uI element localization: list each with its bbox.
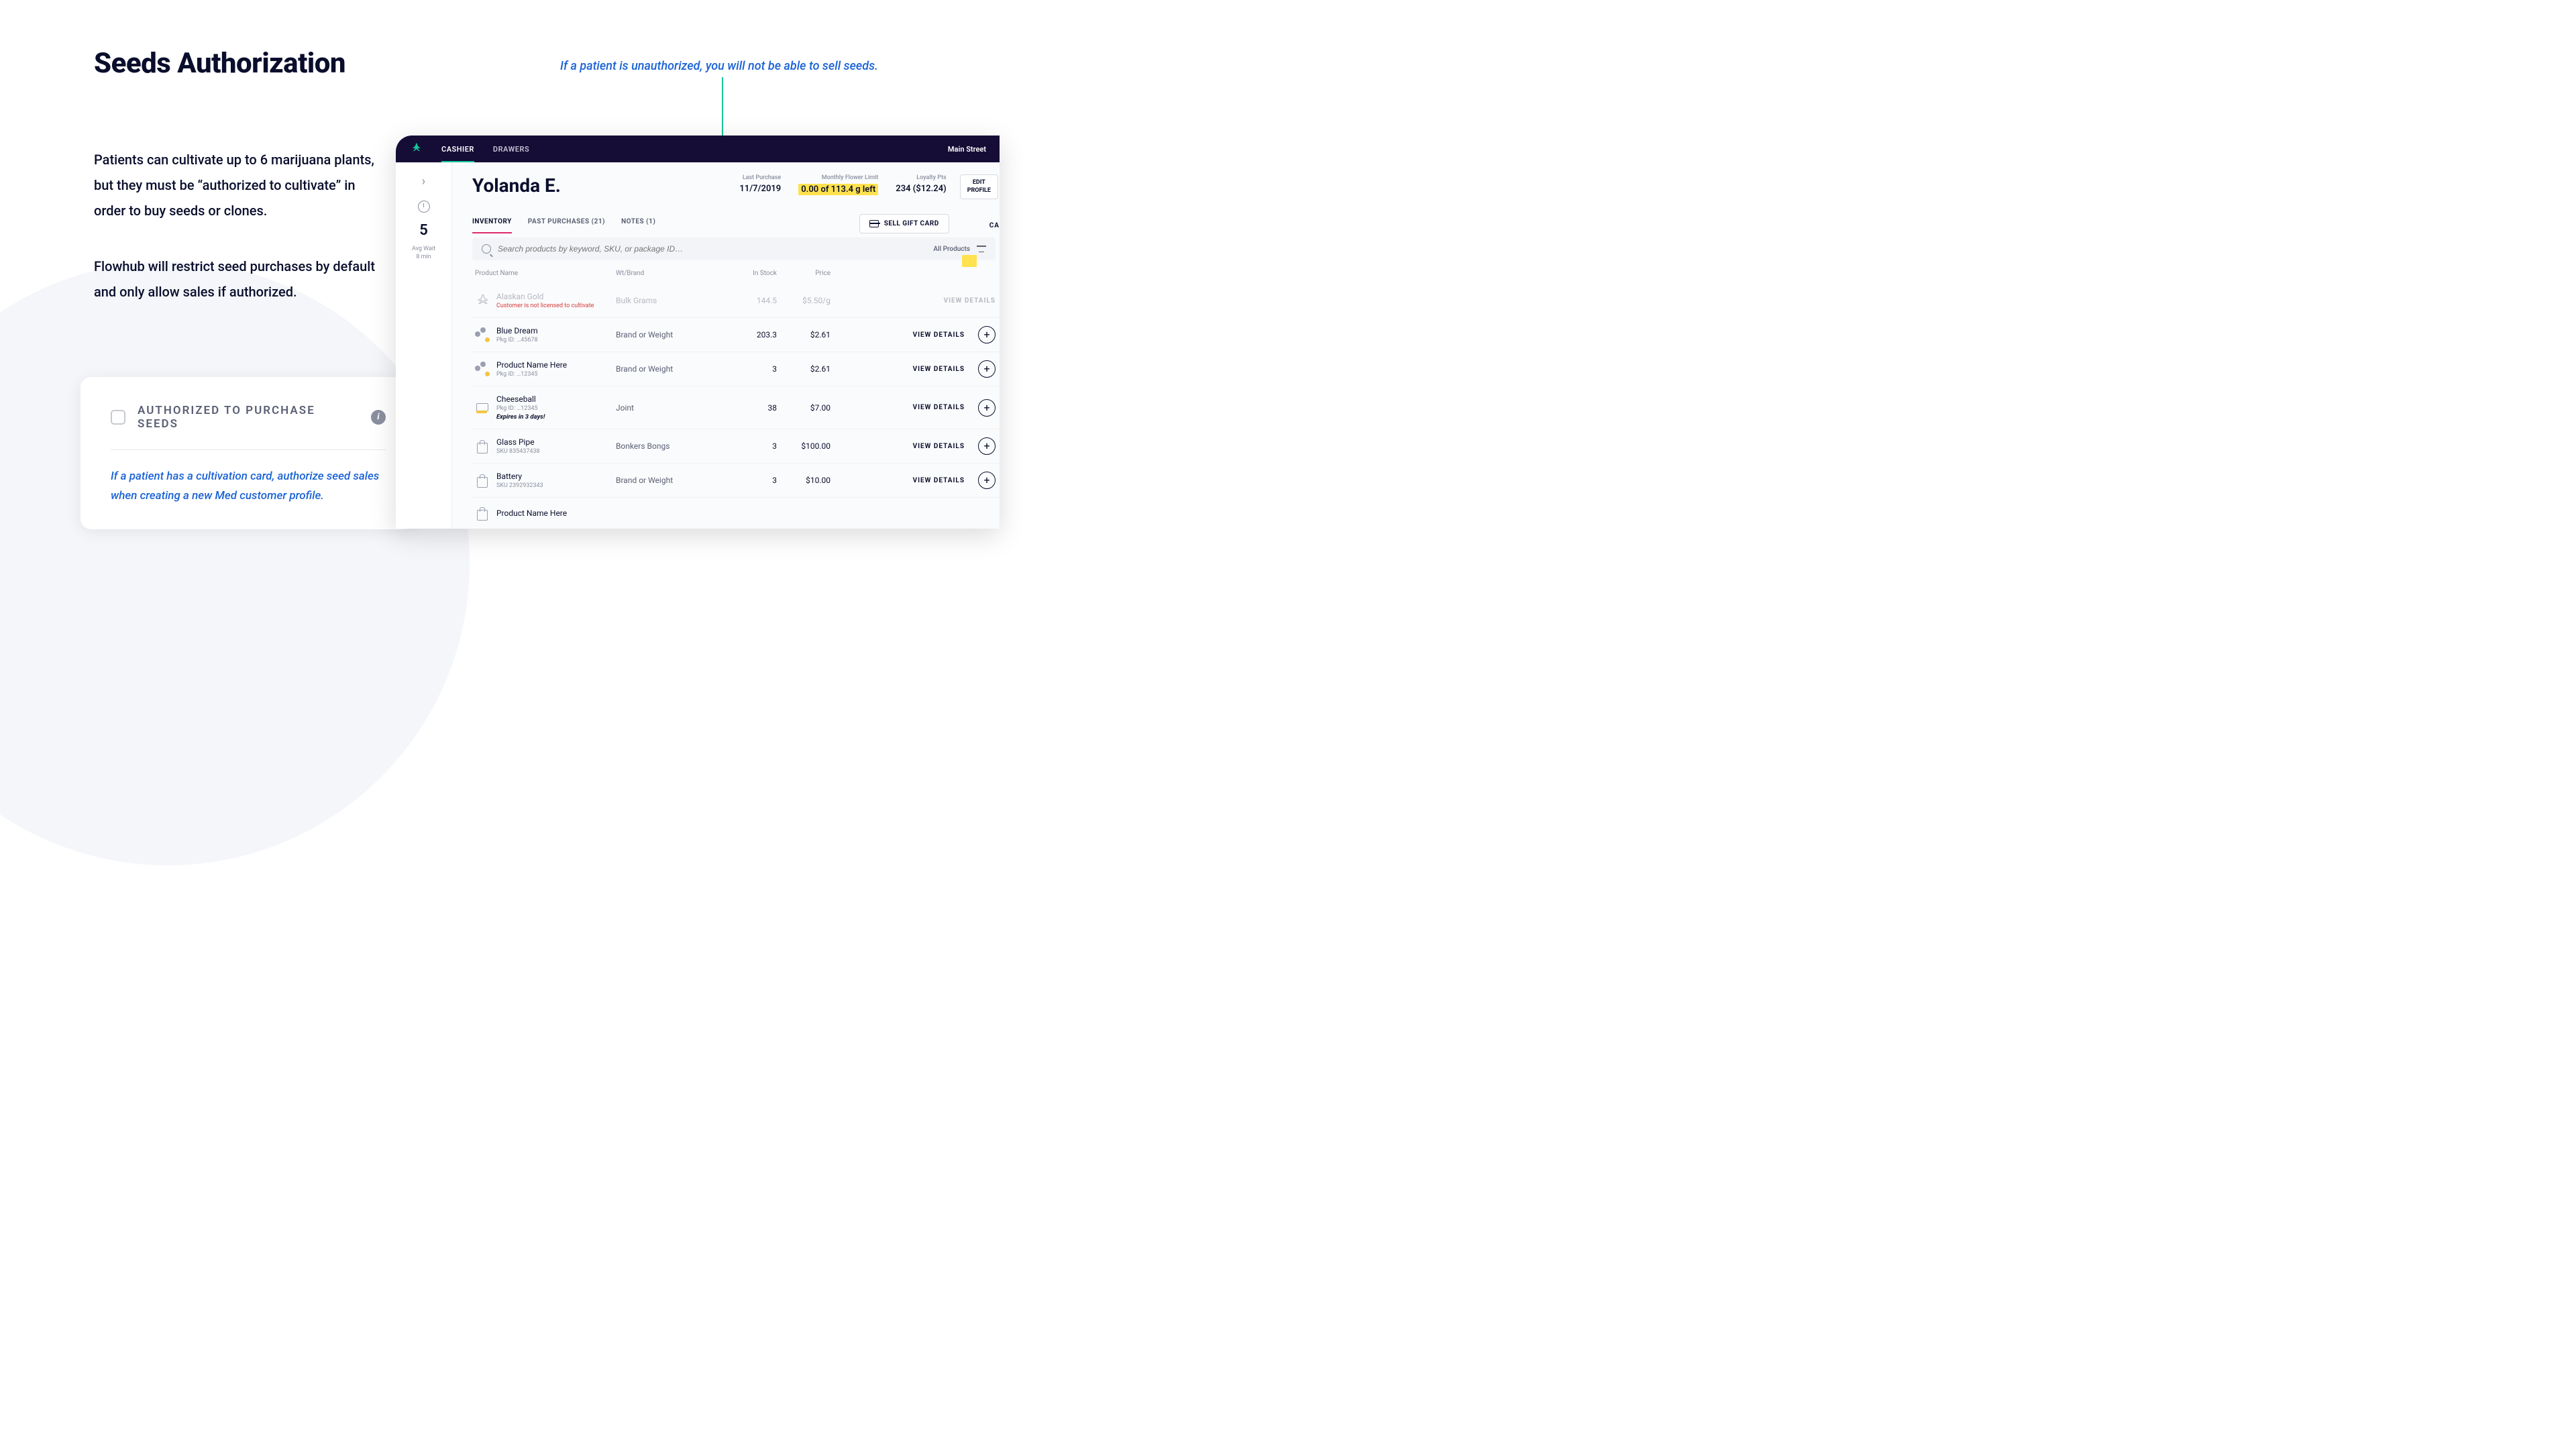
- search-input[interactable]: [498, 244, 926, 254]
- product-name: Alaskan Gold: [496, 292, 616, 301]
- table-row: CheeseballPkg ID: …12345Expires in 3 day…: [472, 386, 1000, 429]
- authorize-label: AUTHORIZED TO PURCHASE SEEDS: [138, 404, 359, 431]
- bag-icon: [475, 506, 490, 521]
- filter-icon[interactable]: [977, 246, 986, 252]
- filter-label[interactable]: All Products: [933, 246, 970, 253]
- product-subtext: Pkg ID: …45678: [496, 337, 616, 343]
- nav-tab-drawers[interactable]: DRAWERS: [493, 136, 529, 162]
- last-purchase-label: Last Purchase: [739, 174, 781, 181]
- col-wt-brand: Wt/Brand: [616, 270, 723, 277]
- product-price: $2.61: [777, 364, 830, 374]
- product-warning: Customer is not licensed to cultivate: [496, 303, 616, 309]
- edit-profile-button[interactable]: EDITPROFILE: [960, 174, 998, 199]
- view-details-button[interactable]: VIEW DETAILS: [913, 404, 965, 411]
- product-price: $2.61: [777, 330, 830, 339]
- product-wt: Bonkers Bongs: [616, 441, 723, 451]
- product-subtext: Pkg ID: …12345: [496, 405, 616, 412]
- view-details-button[interactable]: VIEW DETAILS: [913, 366, 965, 373]
- product-price: $10.00: [777, 476, 830, 485]
- product-name: Glass Pipe: [496, 437, 616, 447]
- doc-paragraph-2: Flowhub will restrict seed purchases by …: [94, 254, 376, 305]
- flower-icon: [475, 362, 490, 376]
- flower-icon: [475, 327, 490, 342]
- product-stock: 3: [723, 476, 777, 485]
- loyalty-label: Loyalty Pts: [896, 174, 946, 181]
- product-name: Cheeseball: [496, 394, 616, 404]
- leaf-icon: [475, 293, 490, 308]
- product-name: Product Name Here: [496, 360, 616, 370]
- product-expiry: Expires in 3 days!: [496, 413, 616, 421]
- authorize-tip: If a patient has a cultivation card, aut…: [111, 467, 386, 506]
- flower-limit-value: 0.00 of 113.4 g left: [798, 184, 878, 195]
- queue-count: 5: [419, 222, 428, 239]
- col-product-name: Product Name: [475, 270, 616, 277]
- bag-icon: [475, 473, 490, 488]
- product-subtext: SKU 835437438: [496, 448, 616, 455]
- product-name: Battery: [496, 472, 616, 481]
- tab-inventory[interactable]: INVENTORY: [472, 218, 512, 233]
- page-title: Seeds Authorization: [94, 47, 376, 80]
- table-row: Blue Dream Pkg ID: …45678Brand or Weight2…: [472, 317, 1000, 352]
- view-details-button[interactable]: VIEW DETAILS: [944, 297, 996, 305]
- product-name: Blue Dream: [496, 326, 616, 335]
- customer-name: Yolanda E.: [472, 174, 722, 197]
- search-icon: [482, 244, 491, 254]
- tab-past-purchases[interactable]: PAST PURCHASES (21): [528, 218, 605, 233]
- table-row: Product Name Here: [472, 497, 1000, 529]
- joint-icon: [475, 400, 490, 415]
- add-to-cart-button[interactable]: +: [978, 326, 996, 343]
- product-subtext: Pkg ID: …12345: [496, 371, 616, 378]
- table-row: Alaskan Gold Customer is not licensed to …: [472, 284, 1000, 317]
- table-row: BatterySKU 2392932343Brand or Weight3$10…: [472, 463, 1000, 497]
- authorize-checkbox[interactable]: [111, 410, 125, 425]
- product-stock: 3: [723, 441, 777, 451]
- view-details-button[interactable]: VIEW DETAILS: [913, 443, 965, 450]
- product-price: $100.00: [777, 441, 830, 451]
- add-to-cart-button[interactable]: +: [978, 437, 996, 455]
- last-purchase-value: 11/7/2019: [739, 184, 781, 194]
- doc-paragraph-1: Patients can cultivate up to 6 marijuana…: [94, 147, 376, 223]
- info-icon[interactable]: i: [371, 410, 386, 425]
- table-row: Glass PipeSKU 835437438Bonkers Bongs3$10…: [472, 429, 1000, 463]
- product-wt: Brand or Weight: [616, 330, 723, 339]
- flower-limit-label: Monthly Flower Limit: [798, 174, 878, 181]
- cart-peek-badge: [962, 255, 977, 267]
- product-stock: 144.5: [723, 296, 777, 305]
- nav-location[interactable]: Main Street: [948, 145, 986, 154]
- product-price: $5.50/g: [777, 296, 830, 305]
- product-stock: 203.3: [723, 330, 777, 339]
- col-price: Price: [777, 270, 830, 277]
- product-name: Product Name Here: [496, 508, 616, 518]
- product-wt: Bulk Grams: [616, 296, 723, 305]
- bag-icon: [475, 439, 490, 453]
- product-stock: 3: [723, 364, 777, 374]
- nav-tab-cashier[interactable]: CASHIER: [441, 136, 474, 162]
- cart-label: CA: [989, 222, 1000, 229]
- authorize-card: AUTHORIZED TO PURCHASE SEEDS i If a pati…: [80, 377, 416, 529]
- clock-icon: [418, 201, 430, 213]
- app-window: CASHIER DRAWERS Main Street › 5 Avg Wait…: [396, 136, 1000, 529]
- table-row: Product Name HerePkg ID: …12345Brand or …: [472, 352, 1000, 386]
- chevron-right-icon[interactable]: ›: [422, 174, 425, 189]
- add-to-cart-button[interactable]: +: [978, 399, 996, 417]
- queue-wait-label: Avg Wait8 min: [412, 246, 435, 261]
- product-subtext: SKU 2392932343: [496, 482, 616, 489]
- gift-card-icon: [869, 220, 879, 227]
- col-in-stock: In Stock: [723, 270, 777, 277]
- view-details-button[interactable]: VIEW DETAILS: [913, 477, 965, 484]
- callout-unauthorized: If a patient is unauthorized, you will n…: [560, 59, 878, 73]
- view-details-button[interactable]: VIEW DETAILS: [913, 331, 965, 339]
- product-wt: Brand or Weight: [616, 364, 723, 374]
- queue-sidebar: › 5 Avg Wait8 min: [396, 162, 452, 529]
- loyalty-value: 234 ($12.24): [896, 184, 946, 194]
- logo-icon: [409, 142, 423, 156]
- product-wt: Brand or Weight: [616, 476, 723, 485]
- tab-notes[interactable]: NOTES (1): [621, 218, 655, 233]
- sell-gift-card-button[interactable]: SELL GIFT CARD: [859, 214, 949, 233]
- product-stock: 38: [723, 403, 777, 413]
- product-wt: Joint: [616, 403, 723, 413]
- add-to-cart-button[interactable]: +: [978, 472, 996, 489]
- add-to-cart-button[interactable]: +: [978, 360, 996, 378]
- product-price: $7.00: [777, 403, 830, 413]
